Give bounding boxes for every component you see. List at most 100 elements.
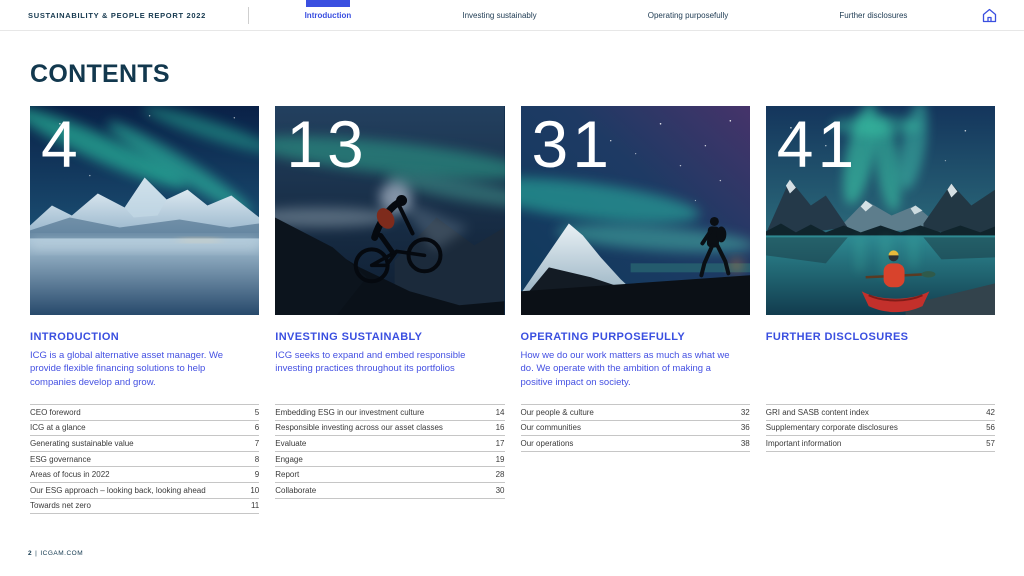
footer-separator: | [35,550,38,557]
footer-site: ICGAM.COM [40,550,84,557]
toc-row[interactable]: Evaluate 17 [275,436,505,452]
toc-label: CEO foreword [30,407,81,417]
toc-row[interactable]: Our people & culture 32 [520,405,750,421]
toc-row[interactable]: Embedding ESG in our investment culture … [275,405,505,421]
section-card-investing-sustainably: 13 INVESTING SUSTAINABLY ICG seeks to ex… [275,106,505,514]
toc-row[interactable]: Generating sustainable value 7 [30,436,260,452]
section-page-number-overlay: 31 [531,107,613,181]
toc-label: ESG governance [30,454,91,464]
toc-label: Embedding ESG in our investment culture [275,407,425,417]
toc-label: Evaluate [275,438,307,448]
toc-row[interactable]: Our ESG approach – looking back, looking… [30,483,260,499]
toc-page: 56 [986,423,995,433]
toc-label: Report [275,470,300,480]
home-button[interactable] [981,8,998,23]
toc-row[interactable]: CEO foreword 5 [30,405,260,421]
toc-page: 14 [495,407,505,417]
toc-row[interactable]: Important information 57 [765,436,995,452]
toc-row[interactable]: Our communities 36 [520,421,750,437]
section-image-further-disclosures[interactable]: 41 [765,106,995,315]
toc-page: 8 [254,454,260,464]
toc-row[interactable]: Supplementary corporate disclosures 56 [765,421,995,437]
toc-list-operating-purposefully: Our people & culture 32 Our communities … [520,404,750,452]
section-card-further-disclosures: 41 FURTHER DISCLOSURES GRI and SASB cont… [765,106,995,514]
toc-page: 32 [740,407,750,417]
top-navigation-bar: SUSTAINABILITY & PEOPLE REPORT 2022 Intr… [0,0,1024,31]
toc-page: 57 [986,438,995,448]
tab-label: Operating purposefully [647,10,729,20]
section-page-number-overlay: 13 [286,107,368,181]
home-icon [982,8,997,22]
section-image-introduction[interactable]: 4 [30,106,260,315]
toc-page: 11 [250,501,260,511]
toc-page: 9 [254,470,260,480]
toc-page: 16 [495,423,505,433]
page-title: CONTENTS [30,60,170,88]
toc-row[interactable]: ICG at a glance 6 [30,421,260,437]
tab-label: Investing sustainably [462,10,537,20]
contents-page: CONTENTS 4 INTRODUCTION ICG is a global … [0,60,1024,515]
toc-row[interactable]: Towards net zero 11 [30,499,260,515]
section-image-operating-purposefully[interactable]: 31 [520,106,750,315]
toc-page: 42 [986,407,995,417]
toc-page: 30 [495,485,505,495]
toc-label: Our operations [520,438,574,448]
toc-label: GRI and SASB content index [765,407,869,417]
toc-label: Areas of focus in 2022 [30,470,110,480]
toc-label: Collaborate [275,485,317,495]
toc-row[interactable]: Report 28 [275,467,505,483]
toc-row[interactable]: ESG governance 8 [30,452,260,468]
sections-grid: 4 INTRODUCTION ICG is a global alternati… [30,106,995,515]
tab-label: Further disclosures [839,10,908,20]
tab-label: Introduction [304,10,352,20]
section-title: OPERATING PURPOSEFULLY [520,331,686,343]
toc-label: Our communities [520,423,581,433]
toc-row[interactable]: Our operations 38 [520,436,750,452]
toc-page: 17 [495,438,505,448]
section-description: How we do our work matters as much as wh… [520,350,730,388]
tab-operating-purposefully[interactable]: Operating purposefully [642,0,735,30]
section-description: ICG seeks to expand and embed responsibl… [275,350,466,375]
tab-further-disclosures[interactable]: Further disclosures [833,0,913,30]
toc-page: 28 [495,470,505,480]
toc-page: 38 [740,438,750,448]
report-title: SUSTAINABILITY & PEOPLE REPORT 2022 [28,10,207,20]
toc-list-introduction: CEO foreword 5 ICG at a glance 6 Generat… [30,404,260,515]
section-page-number-overlay: 4 [41,107,82,181]
section-title: INTRODUCTION [30,331,120,343]
toc-page: 7 [254,438,260,448]
toc-label: Supplementary corporate disclosures [765,423,898,433]
toc-label: Generating sustainable value [30,438,134,448]
toc-label: Engage [275,454,303,464]
section-description: ICG is a global alternative asset manage… [30,350,224,388]
section-title: FURTHER DISCLOSURES [765,331,909,343]
toc-row[interactable]: Areas of focus in 2022 9 [30,467,260,483]
toc-row[interactable]: Responsible investing across our asset c… [275,421,505,437]
section-page-number-overlay: 41 [776,107,859,181]
toc-label: Our people & culture [520,407,594,417]
toc-page: 19 [495,454,505,464]
toc-page: 36 [740,423,750,433]
footer-page-number: 2 [28,550,33,557]
toc-page: 6 [254,423,260,433]
toc-label: Responsible investing across our asset c… [275,423,443,433]
toc-row[interactable]: Collaborate 30 [275,483,505,499]
tab-introduction[interactable]: Introduction [299,0,358,30]
toc-row[interactable]: Engage 19 [275,452,505,468]
section-title: INVESTING SUSTAINABLY [275,331,423,343]
section-card-introduction: 4 INTRODUCTION ICG is a global alternati… [30,106,260,515]
section-image-investing-sustainably[interactable]: 13 [275,106,505,315]
nav-tabs: Introduction Investing sustainably Opera… [249,0,963,30]
toc-list-investing-sustainably: Embedding ESG in our investment culture … [275,404,505,499]
toc-label: ICG at a glance [30,423,86,433]
page-footer: 2 | ICGAM.COM [28,550,83,557]
tab-investing-sustainably[interactable]: Investing sustainably [456,0,542,30]
toc-label: Our ESG approach – looking back, looking… [30,485,206,495]
toc-page: 10 [250,485,260,495]
toc-row[interactable]: GRI and SASB content index 42 [765,405,995,421]
toc-label: Important information [765,438,842,448]
toc-page: 5 [254,407,260,417]
section-description [766,349,995,404]
toc-label: Towards net zero [30,501,91,511]
toc-list-further-disclosures: GRI and SASB content index 42 Supplement… [765,404,995,452]
